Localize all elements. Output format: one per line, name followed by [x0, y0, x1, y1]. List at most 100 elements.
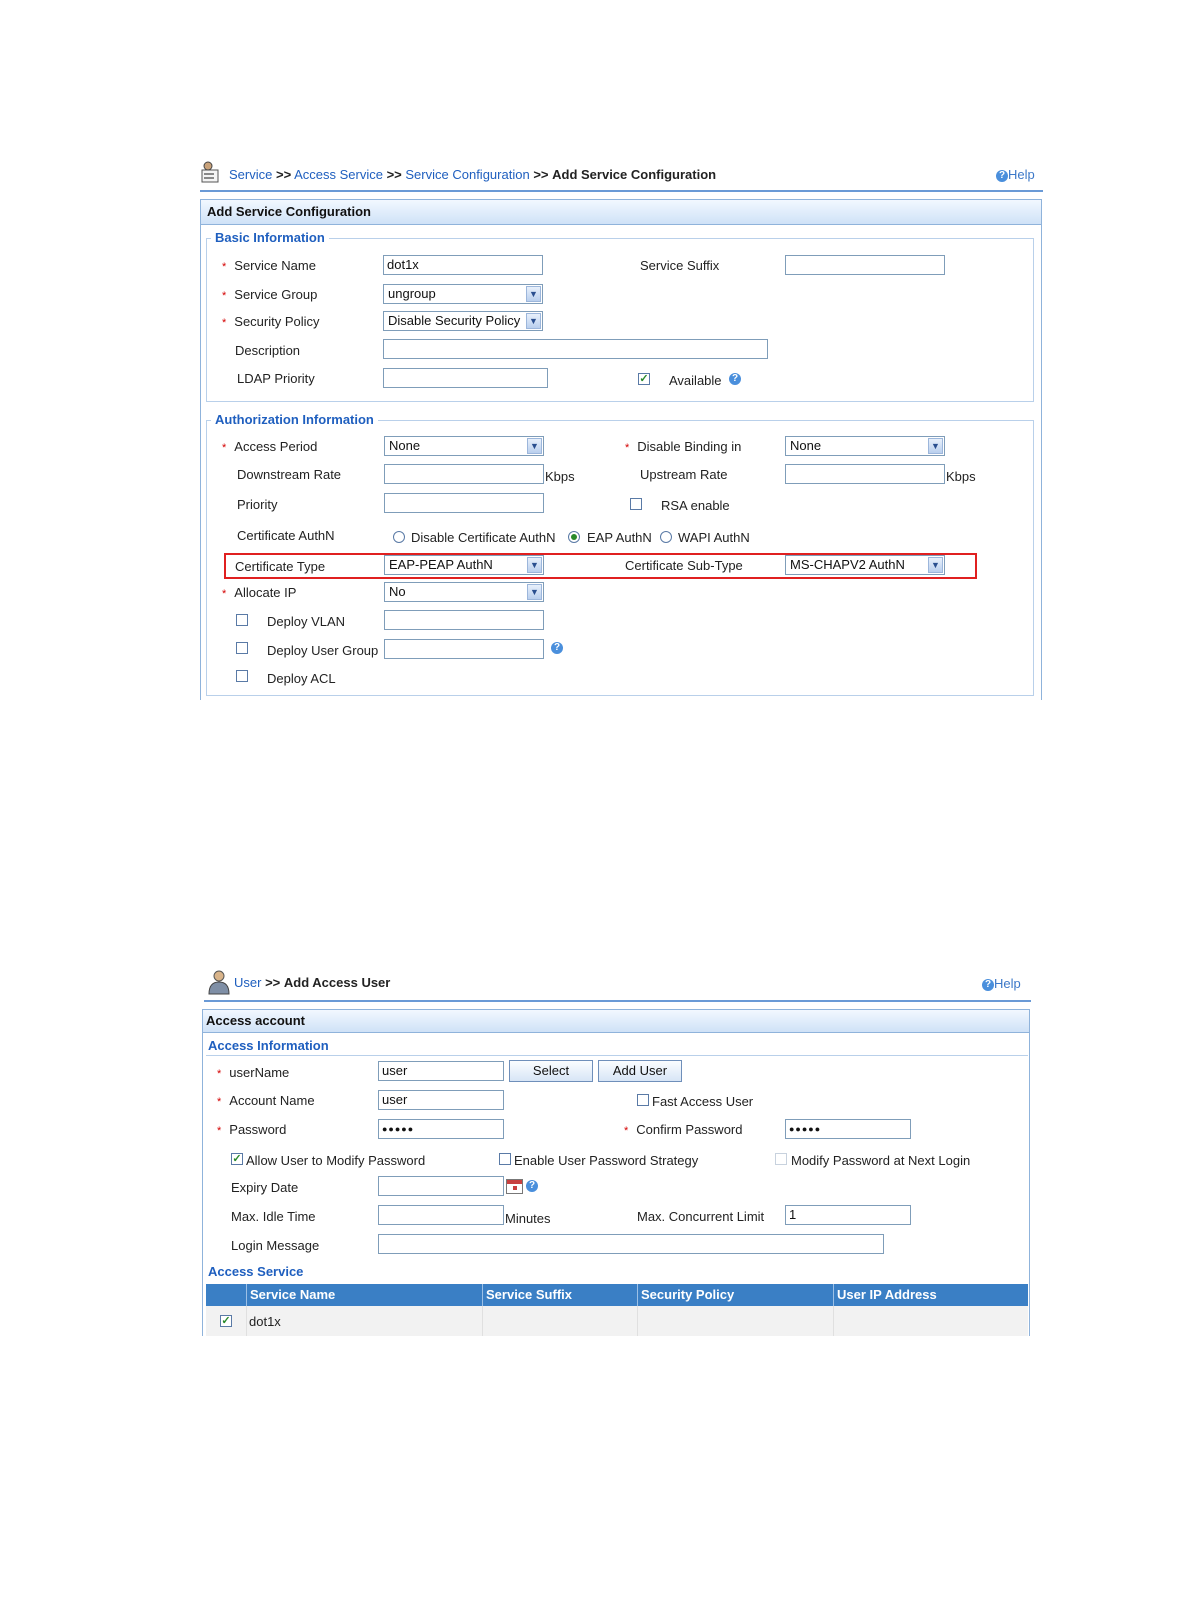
allow-modify-password-label: Allow User to Modify Password — [246, 1153, 426, 1168]
deploy-user-group-input[interactable] — [384, 639, 544, 659]
fast-access-checkbox[interactable] — [637, 1094, 649, 1106]
help-label: Help — [994, 976, 1021, 991]
access-period-select[interactable]: None ▼ — [384, 436, 544, 456]
deploy-vlan-checkbox[interactable] — [236, 614, 248, 626]
minutes-unit: Minutes — [505, 1211, 551, 1226]
downstream-rate-input[interactable] — [384, 464, 544, 484]
chevron-down-icon: ▼ — [928, 438, 943, 454]
breadcrumb-separator: >> — [386, 167, 402, 182]
deploy-vlan-label: Deploy VLAN — [267, 614, 346, 629]
password-label: * Password — [217, 1122, 287, 1137]
column-divider — [833, 1306, 834, 1336]
priority-label: Priority — [237, 497, 278, 512]
modify-password-next-login-checkbox[interactable] — [775, 1153, 787, 1165]
row-checkbox[interactable]: ✓ — [220, 1315, 232, 1327]
service-name-input[interactable]: dot1x — [383, 255, 543, 275]
ldap-priority-label: LDAP Priority — [237, 371, 315, 386]
deploy-vlan-input[interactable] — [384, 610, 544, 630]
account-name-input[interactable]: user — [378, 1090, 504, 1110]
breadcrumb-separator: >> — [533, 167, 549, 182]
priority-input[interactable] — [384, 493, 544, 513]
breadcrumb-current: Add Service Configuration — [552, 167, 717, 182]
table-header: Service Name Service Suffix Security Pol… — [206, 1284, 1028, 1306]
username-input[interactable]: user — [378, 1061, 504, 1081]
column-security-policy[interactable]: Security Policy — [637, 1284, 833, 1306]
eap-authn-radio[interactable] — [568, 531, 580, 543]
help-icon[interactable]: ? — [526, 1180, 538, 1192]
breadcrumb-divider — [204, 1000, 1031, 1002]
max-idle-time-label: Max. Idle Time — [231, 1209, 316, 1224]
enable-password-strategy-checkbox[interactable] — [499, 1153, 511, 1165]
access-service-legend: Access Service — [208, 1264, 304, 1279]
panel-title: Add Service Configuration — [201, 200, 1041, 225]
deploy-user-group-checkbox[interactable] — [236, 642, 248, 654]
login-message-input[interactable] — [378, 1234, 884, 1254]
breadcrumb: User >> Add Access User — [234, 975, 390, 990]
column-divider — [482, 1306, 483, 1336]
breadcrumb-access-service[interactable]: Access Service — [294, 167, 383, 182]
help-link[interactable]: ? Help — [982, 976, 1021, 991]
fast-access-label: Fast Access User — [652, 1094, 754, 1109]
certificate-subtype-select[interactable]: MS-CHAPV2 AuthN ▼ — [785, 555, 945, 575]
rsa-enable-checkbox[interactable] — [630, 498, 642, 510]
column-service-name[interactable]: Service Name — [246, 1284, 482, 1306]
expiry-date-input[interactable] — [378, 1176, 504, 1196]
wapi-authn-radio[interactable] — [660, 531, 672, 543]
help-icon[interactable]: ? — [551, 642, 563, 654]
chevron-down-icon: ▼ — [526, 313, 541, 329]
select-button[interactable]: Select — [509, 1060, 593, 1082]
service-suffix-input[interactable] — [785, 255, 945, 275]
available-checkbox[interactable]: ✓ — [638, 373, 650, 385]
chevron-down-icon: ▼ — [527, 438, 542, 454]
description-input[interactable] — [383, 339, 768, 359]
upstream-rate-input[interactable] — [785, 464, 945, 484]
modify-password-next-login-label: Modify Password at Next Login — [791, 1153, 971, 1168]
disable-binding-select[interactable]: None ▼ — [785, 436, 945, 456]
ldap-priority-input[interactable] — [383, 368, 548, 388]
help-link[interactable]: ? Help — [996, 167, 1035, 182]
basic-information-legend: Basic Information — [211, 230, 329, 245]
downstream-rate-label: Downstream Rate — [237, 467, 342, 482]
confirm-password-input[interactable]: ●●●●● — [785, 1119, 911, 1139]
user-icon — [207, 969, 231, 995]
security-policy-select[interactable]: Disable Security Policy ▼ — [383, 311, 543, 331]
column-divider — [246, 1306, 247, 1336]
eap-authn-label: EAP AuthN — [587, 530, 652, 545]
account-name-label: * Account Name — [217, 1093, 315, 1108]
disable-certificate-authn-radio[interactable] — [393, 531, 405, 543]
certificate-type-select[interactable]: EAP-PEAP AuthN ▼ — [384, 555, 544, 575]
rsa-enable-label: RSA enable — [661, 498, 730, 513]
password-input[interactable]: ●●●●● — [378, 1119, 504, 1139]
confirm-password-label: * Confirm Password — [624, 1122, 743, 1137]
max-concurrent-limit-input[interactable]: 1 — [785, 1205, 911, 1225]
service-group-select[interactable]: ungroup ▼ — [383, 284, 543, 304]
breadcrumb-user[interactable]: User — [234, 975, 261, 990]
access-information-legend: Access Information — [208, 1038, 329, 1053]
calendar-icon[interactable] — [506, 1179, 523, 1194]
breadcrumb-current: Add Access User — [283, 975, 391, 990]
max-concurrent-limit-label: Max. Concurrent Limit — [637, 1209, 765, 1224]
column-service-suffix[interactable]: Service Suffix — [482, 1284, 637, 1306]
breadcrumb-service[interactable]: Service — [229, 167, 272, 182]
help-icon: ? — [982, 978, 994, 991]
allow-modify-password-checkbox[interactable]: ✓ — [231, 1153, 243, 1165]
table-row[interactable]: ✓ dot1x — [206, 1306, 1028, 1336]
breadcrumb-separator: >> — [265, 975, 281, 990]
column-user-ip-address[interactable]: User IP Address — [833, 1284, 1028, 1306]
breadcrumb-service-configuration[interactable]: Service Configuration — [405, 167, 529, 182]
deploy-acl-checkbox[interactable] — [236, 670, 248, 682]
enable-password-strategy-label: Enable User Password Strategy — [514, 1153, 699, 1168]
service-group-label: * Service Group — [222, 287, 318, 302]
service-config-icon — [200, 160, 222, 184]
certificate-type-label: Certificate Type — [235, 559, 326, 574]
deploy-acl-label: Deploy ACL — [267, 671, 336, 686]
wapi-authn-label: WAPI AuthN — [678, 530, 750, 545]
allocate-ip-select[interactable]: No ▼ — [384, 582, 544, 602]
allocate-ip-label: * Allocate IP — [222, 585, 297, 600]
certificate-subtype-label: Certificate Sub-Type — [625, 558, 743, 573]
help-icon[interactable]: ? — [729, 373, 741, 385]
add-user-button[interactable]: Add User — [598, 1060, 682, 1082]
access-period-label: * Access Period — [222, 439, 318, 454]
chevron-down-icon: ▼ — [928, 557, 943, 573]
max-idle-time-input[interactable] — [378, 1205, 504, 1225]
